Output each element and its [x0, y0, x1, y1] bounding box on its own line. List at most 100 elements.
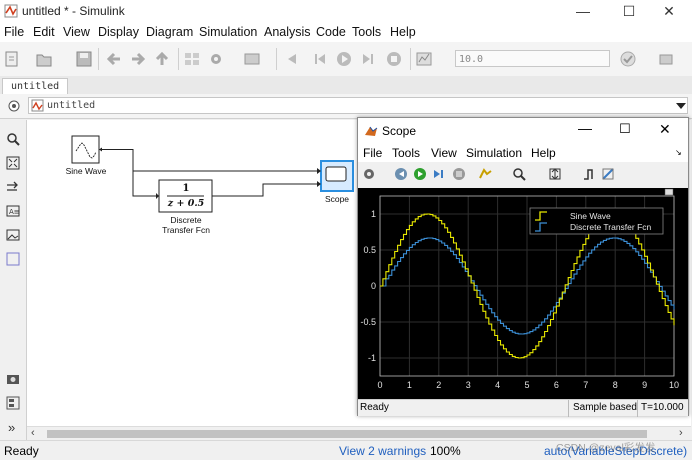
scope-block[interactable]: [320, 160, 354, 192]
x-tick-label: 8: [613, 380, 618, 390]
arrow-icon[interactable]: [6, 180, 20, 194]
legend-label: Discrete Transfer Fcn: [570, 222, 652, 232]
scope-menu-file[interactable]: File: [363, 146, 382, 160]
scroll-left-icon[interactable]: ‹: [31, 427, 35, 439]
close-button[interactable]: ✕: [646, 0, 692, 24]
scope-window[interactable]: Scope — ☐ ✕ File Tools View Simulation H…: [357, 117, 689, 417]
scope-title: Scope: [382, 124, 417, 138]
triggers-icon[interactable]: [582, 167, 596, 181]
x-tick-label: 2: [436, 380, 441, 390]
tf-denominator: z + 0.5: [167, 198, 205, 209]
cursor-measurements-icon[interactable]: [601, 167, 615, 181]
menu-simulation[interactable]: Simulation: [199, 25, 257, 39]
toolbar-separator: [410, 48, 411, 70]
tab-untitled[interactable]: untitled: [2, 78, 69, 94]
fit-to-view-icon[interactable]: [6, 156, 20, 170]
model-advisor-icon[interactable]: [620, 51, 636, 67]
toolbar-separator: [98, 48, 99, 70]
dock-icon[interactable]: ↘: [675, 148, 682, 157]
tab-bar: untitled: [0, 76, 692, 94]
stop-time-field[interactable]: 10.0: [455, 50, 610, 67]
settings-gear-icon[interactable]: [362, 167, 376, 181]
sine-wave-block[interactable]: [71, 135, 102, 164]
scope-close-button[interactable]: ✕: [659, 121, 671, 138]
scope-title-bar: Scope — ☐ ✕: [358, 118, 688, 144]
stop-icon[interactable]: [386, 51, 402, 67]
property-inspector-icon[interactable]: [6, 396, 20, 410]
step-back-icon[interactable]: [284, 51, 300, 67]
run-icon[interactable]: [336, 51, 352, 67]
up-icon[interactable]: [154, 51, 170, 67]
menu-analysis[interactable]: Analysis: [264, 25, 311, 39]
scale-axes-icon[interactable]: [548, 167, 562, 181]
model-explorer-icon[interactable]: [244, 51, 260, 67]
scope-label: Scope: [324, 194, 350, 204]
zoom-icon[interactable]: [512, 167, 526, 181]
step-back-frame-icon[interactable]: [312, 51, 328, 67]
scope-menu-help[interactable]: Help: [531, 146, 556, 160]
screenshot-icon[interactable]: [6, 372, 20, 386]
scrollbar-thumb[interactable]: [47, 430, 647, 438]
step-forward-icon[interactable]: [360, 51, 376, 67]
y-tick-label: -0.5: [360, 317, 376, 327]
open-icon[interactable]: [36, 51, 52, 67]
x-tick-label: 4: [495, 380, 500, 390]
forward-icon[interactable]: [130, 51, 146, 67]
back-icon[interactable]: [106, 51, 122, 67]
breadcrumb[interactable]: untitled: [28, 97, 688, 114]
scope-maximize-button[interactable]: ☐: [619, 121, 631, 137]
menu-tools[interactable]: Tools: [352, 25, 381, 39]
highlight-icon[interactable]: [478, 167, 492, 181]
library-browser-icon[interactable]: [184, 51, 200, 67]
toolbar: 10.0: [0, 42, 692, 77]
stop-icon[interactable]: [452, 167, 466, 181]
zoom-icon[interactable]: [6, 132, 20, 146]
scroll-right-icon[interactable]: ›: [679, 427, 683, 439]
save-icon[interactable]: [76, 51, 92, 67]
menu-bar: File Edit View Display Diagram Simulatio…: [0, 24, 692, 42]
menu-code[interactable]: Code: [316, 25, 346, 39]
annotation-icon[interactable]: A≡: [6, 204, 20, 218]
expand-icon[interactable]: »: [8, 420, 15, 435]
menu-view[interactable]: View: [63, 25, 90, 39]
x-tick-label: 6: [554, 380, 559, 390]
hide-explorer-icon[interactable]: [7, 99, 21, 113]
breadcrumb-item[interactable]: untitled: [47, 100, 95, 111]
scope-minimize-button[interactable]: —: [578, 120, 592, 136]
scope-menu-view[interactable]: View: [431, 146, 457, 160]
scope-menu-tools[interactable]: Tools: [392, 146, 420, 160]
status-bar: Ready View 2 warnings 100% auto(Variable…: [0, 440, 692, 460]
chevron-down-icon[interactable]: [676, 102, 686, 110]
x-tick-label: 9: [642, 380, 647, 390]
scope-plot-area[interactable]: 0 1 2 3 4 5 6 7 8 9 10 1 0.5 0 -0.5 -1 Sine Wave Discrete…: [358, 188, 688, 399]
y-tick-label: 0.5: [363, 245, 376, 255]
y-tick-label: 1: [371, 209, 376, 219]
scope-menu-simulation[interactable]: Simulation: [466, 146, 522, 160]
scope-toolbar: [358, 162, 688, 189]
step-back-icon[interactable]: [394, 167, 408, 181]
y-tick-label: 0: [371, 281, 376, 291]
watermark: CSDN @zeval彩发发: [556, 442, 656, 454]
horizontal-scrollbar[interactable]: ‹ ›: [27, 426, 691, 441]
new-model-icon[interactable]: [4, 51, 20, 67]
warnings-link[interactable]: View 2 warnings: [339, 444, 426, 458]
zoom-level: 100%: [430, 444, 461, 458]
x-tick-label: 5: [524, 380, 529, 390]
scope-status-text: Ready: [360, 402, 389, 413]
minimize-button[interactable]: —: [560, 0, 606, 24]
build-icon[interactable]: [658, 51, 674, 67]
menu-file[interactable]: File: [4, 25, 24, 39]
menu-edit[interactable]: Edit: [33, 25, 55, 39]
step-forward-icon[interactable]: [432, 167, 446, 181]
gear-icon[interactable]: [208, 51, 224, 67]
menu-help[interactable]: Help: [390, 25, 416, 39]
area-icon[interactable]: [6, 252, 20, 266]
run-icon[interactable]: [413, 167, 427, 181]
window-title: untitled * - Simulink: [22, 4, 125, 18]
sample-based-indicator: Sample based: [568, 400, 637, 417]
image-icon[interactable]: [6, 228, 20, 242]
axes-undock-icon: [664, 188, 674, 196]
simulation-data-inspector-icon[interactable]: [416, 51, 432, 67]
menu-display[interactable]: Display: [98, 25, 139, 39]
menu-diagram[interactable]: Diagram: [146, 25, 193, 39]
